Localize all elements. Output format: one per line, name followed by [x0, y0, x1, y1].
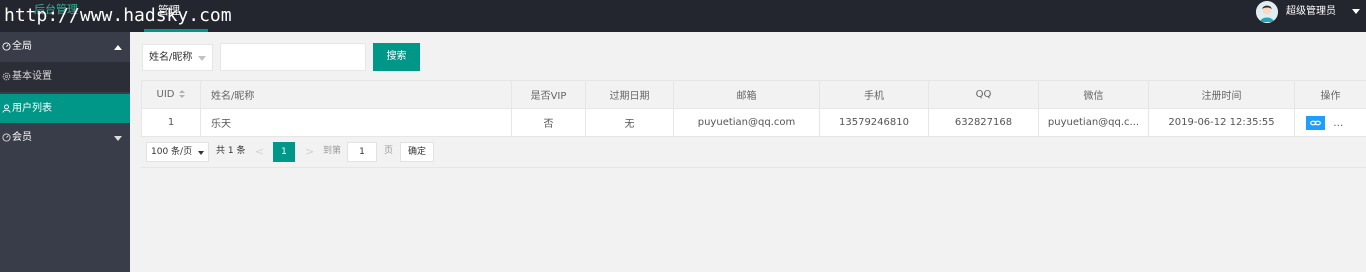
cell-name: 乐天 — [200, 108, 512, 137]
cell-phone: 13579246810 — [819, 108, 929, 137]
cell-email: puyuetian@qq.com — [673, 108, 820, 137]
sidebar-item-label: 基本设置 — [12, 71, 52, 82]
search-input[interactable] — [220, 43, 366, 71]
chevron-down-icon — [114, 136, 122, 141]
column-header-uid[interactable]: UID — [141, 80, 201, 109]
pagination: 100 条/页 共 1 条 < 1 > 到第 页 确定 — [141, 139, 1366, 168]
chevron-up-icon — [114, 45, 122, 50]
top-header: 后台管理 管理 http://www.hadsky.com 超级管理员 — [0, 0, 1366, 32]
avatar[interactable] — [1256, 1, 1278, 23]
site-watermark: http://www.hadsky.com — [4, 5, 232, 26]
user-menu[interactable]: 超级管理员 — [1256, 0, 1366, 32]
column-header-name: 姓名/昵称 — [200, 80, 512, 109]
goto-page-input[interactable] — [347, 142, 377, 162]
chevron-down-icon — [198, 151, 204, 155]
sidebar-item-label: 用户列表 — [12, 103, 52, 114]
cell-expire: 无 — [585, 108, 674, 137]
prev-page-button[interactable]: < — [255, 145, 264, 158]
user-icon — [2, 104, 11, 113]
search-field-select-value: 姓名/昵称 — [149, 52, 193, 63]
cell-register-time: 2019-06-12 12:35:55 — [1148, 108, 1295, 137]
table-row: 1 乐天 否 无 puyuetian@qq.com 13579246810 63… — [141, 108, 1366, 137]
goto-label: 到第 — [323, 146, 342, 156]
search-button[interactable]: 搜索 — [373, 43, 420, 71]
page-size-value: 100 条/页 — [151, 147, 193, 157]
page-unit-label: 页 — [384, 146, 394, 156]
gauge-icon — [2, 42, 11, 51]
column-header-qq: QQ — [928, 80, 1039, 109]
cell-actions — [1294, 108, 1366, 137]
column-header-expire: 过期日期 — [585, 80, 674, 109]
delete-button[interactable] — [1338, 115, 1358, 130]
column-header-label: UID — [156, 89, 175, 100]
chevron-down-icon — [198, 56, 206, 61]
edit-button[interactable] — [1306, 115, 1325, 130]
sidebar-item-user-list[interactable]: 用户列表 — [0, 94, 130, 124]
column-header-actions: 操作 — [1294, 80, 1366, 109]
user-name[interactable]: 超级管理员 — [1286, 5, 1336, 18]
link-icon — [1310, 120, 1321, 125]
column-header-phone: 手机 — [819, 80, 929, 109]
main-content: 姓名/昵称 搜索 UID 姓名/昵称 是否VIP 过期日期 邮箱 手机 QQ 微… — [130, 32, 1366, 272]
cell-qq: 632827168 — [928, 108, 1039, 137]
gauge-icon — [2, 133, 11, 142]
cell-uid: 1 — [141, 108, 201, 137]
sidebar-item-members[interactable]: 会员 — [0, 123, 130, 153]
sort-icon[interactable] — [179, 89, 186, 99]
table-header-row: UID 姓名/昵称 是否VIP 过期日期 邮箱 手机 QQ 微信 注册时间 操作 — [141, 80, 1366, 109]
page-size-select[interactable]: 100 条/页 — [146, 142, 209, 162]
total-count: 共 1 条 — [216, 146, 246, 156]
sidebar: 全局 基本设置 用户列表 会员 — [0, 32, 130, 272]
search-field-select[interactable]: 姓名/昵称 — [142, 44, 213, 71]
chevron-down-icon[interactable] — [1352, 9, 1360, 14]
goto-confirm-button[interactable]: 确定 — [400, 142, 434, 162]
sidebar-item-label: 会员 — [12, 132, 32, 143]
sidebar-item-label: 全局 — [12, 41, 32, 52]
cell-wechat: puyuetian@qq.c... — [1038, 108, 1149, 137]
column-header-wechat: 微信 — [1038, 80, 1149, 109]
user-table: UID 姓名/昵称 是否VIP 过期日期 邮箱 手机 QQ 微信 注册时间 操作… — [141, 80, 1366, 137]
sidebar-item-basic-settings[interactable]: 基本设置 — [0, 62, 130, 92]
sidebar-item-global[interactable]: 全局 — [0, 32, 130, 62]
cell-vip: 否 — [511, 108, 586, 137]
column-header-vip: 是否VIP — [511, 80, 586, 109]
gear-icon — [2, 72, 11, 81]
next-page-button[interactable]: > — [305, 145, 314, 158]
column-header-email: 邮箱 — [673, 80, 820, 109]
trash-icon — [1344, 118, 1352, 127]
current-page-button[interactable]: 1 — [273, 142, 295, 162]
column-header-register-time: 注册时间 — [1148, 80, 1295, 109]
